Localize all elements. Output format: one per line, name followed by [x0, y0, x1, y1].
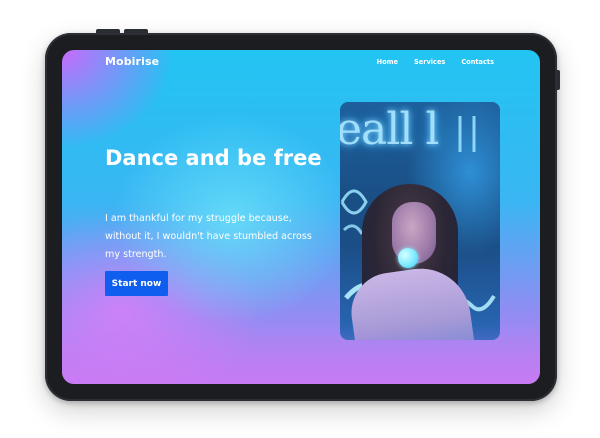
- start-now-button[interactable]: Start now: [105, 271, 168, 296]
- device-side-button: [556, 70, 560, 90]
- device-top-button: [124, 29, 148, 33]
- nav-links: Home Services Contacts: [377, 58, 494, 66]
- hero-title: Dance and be free: [105, 146, 322, 170]
- hero-photo: eall l: [340, 102, 500, 340]
- device-top-button: [96, 29, 120, 33]
- stage: Mobirise Home Services Contacts Dance an…: [0, 0, 600, 438]
- tablet-screen: Mobirise Home Services Contacts Dance an…: [62, 50, 540, 384]
- hero-text: I am thankful for my struggle because, w…: [105, 213, 312, 260]
- brand-logo[interactable]: Mobirise: [105, 55, 159, 68]
- bubble-gum: [398, 248, 418, 268]
- nav-link-services[interactable]: Services: [414, 58, 445, 66]
- nav-link-contacts[interactable]: Contacts: [461, 58, 494, 66]
- nav-link-home[interactable]: Home: [377, 58, 398, 66]
- navbar: Mobirise Home Services Contacts: [62, 50, 540, 76]
